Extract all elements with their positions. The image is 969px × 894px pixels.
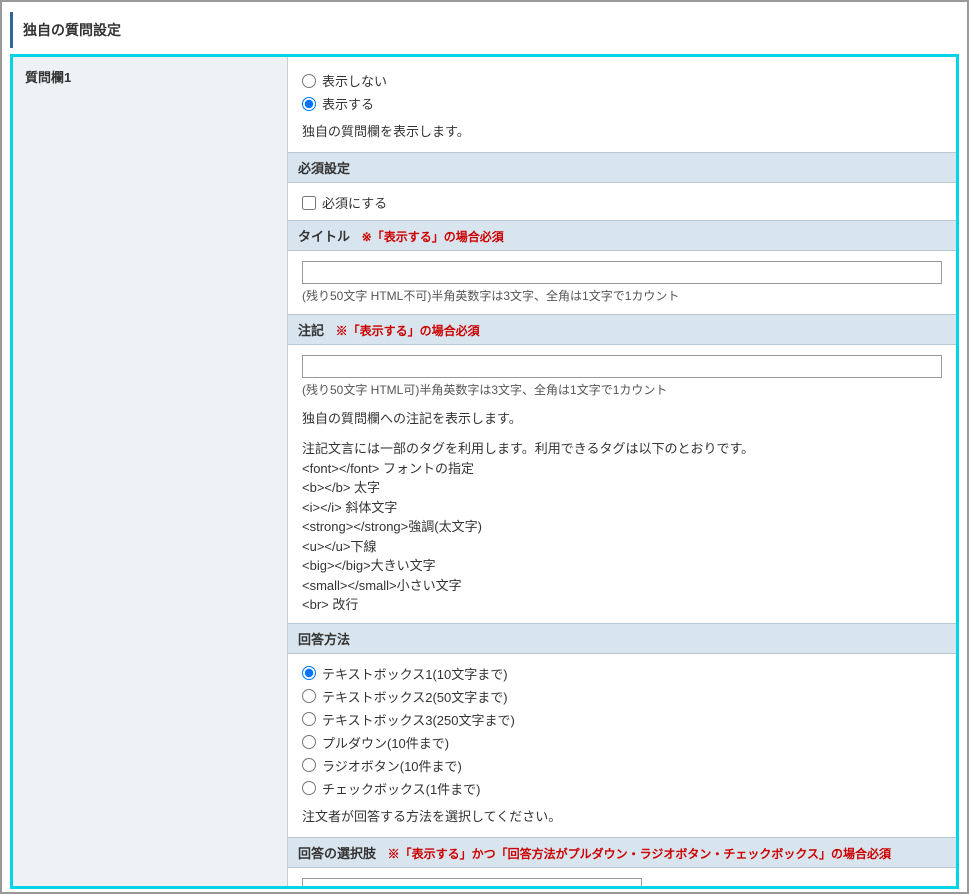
radio-textbox3[interactable] bbox=[302, 712, 316, 726]
radio-checkbox-label[interactable]: チェックボックス(1件まで) bbox=[322, 779, 481, 798]
visibility-desc: 独自の質問欄を表示します。 bbox=[302, 121, 942, 140]
tag-line: <big></big>大きい文字 bbox=[302, 556, 942, 576]
radio-radio[interactable] bbox=[302, 758, 316, 772]
annotation-input[interactable] bbox=[302, 355, 942, 378]
annotation-required-note: ※「表示する」の場合必須 bbox=[336, 324, 480, 338]
choice-input[interactable] bbox=[302, 878, 642, 887]
choices-required-note: ※「表示する」かつ「回答方法がプルダウン・ラジオボタン・チェックボックス」の場合… bbox=[388, 847, 891, 861]
radio-pulldown-label[interactable]: プルダウン(10件まで) bbox=[322, 733, 449, 752]
tag-line: <b></b> 太字 bbox=[302, 478, 942, 498]
title-required-note: ※「表示する」の場合必須 bbox=[362, 230, 504, 244]
checkbox-required[interactable] bbox=[302, 196, 316, 210]
answer-method-heading: 回答方法 bbox=[288, 623, 956, 654]
radio-show[interactable] bbox=[302, 97, 316, 111]
answer-method-desc: 注文者が回答する方法を選択してください。 bbox=[302, 806, 942, 825]
tags-intro: 注記文言には一部のタグを利用します。利用できるタグは以下のとおりです。 bbox=[302, 439, 942, 459]
tag-line: <small></small>小さい文字 bbox=[302, 576, 942, 596]
radio-hide-label[interactable]: 表示しない bbox=[322, 71, 387, 90]
left-column: 質問欄1 bbox=[13, 57, 288, 886]
tag-list: 注記文言には一部のタグを利用します。利用できるタグは以下のとおりです。 <fon… bbox=[302, 439, 942, 615]
radio-hide[interactable] bbox=[302, 74, 316, 88]
annotation-hint: (残り50文字 HTML可)半角英数字は3文字、全角は1文字で1カウント bbox=[302, 381, 942, 398]
title-hint: (残り50文字 HTML不可)半角英数字は3文字、全角は1文字で1カウント bbox=[302, 287, 942, 304]
highlighted-section: 質問欄1 表示しない 表示する 独自の質問欄を表示します。 必須設定 必須にする bbox=[10, 54, 959, 889]
tag-line: <u></u>下線 bbox=[302, 537, 942, 557]
choices-heading: 回答の選択肢 ※「表示する」かつ「回答方法がプルダウン・ラジオボタン・チェックボ… bbox=[288, 837, 956, 868]
radio-show-label[interactable]: 表示する bbox=[322, 94, 374, 113]
radio-textbox3-label[interactable]: テキストボックス3(250文字まで) bbox=[322, 710, 515, 729]
panel-title: 独自の質問設定 bbox=[10, 12, 959, 48]
annotation-desc: 独自の質問欄への注記を表示します。 bbox=[302, 408, 942, 427]
required-heading: 必須設定 bbox=[288, 152, 956, 183]
title-heading: タイトル ※「表示する」の場合必須 bbox=[288, 220, 956, 251]
title-input[interactable] bbox=[302, 261, 942, 284]
radio-textbox1[interactable] bbox=[302, 666, 316, 680]
annotation-heading: 注記 ※「表示する」の場合必須 bbox=[288, 314, 956, 345]
checkbox-required-label[interactable]: 必須にする bbox=[322, 193, 387, 212]
tag-line: <br> 改行 bbox=[302, 595, 942, 615]
tag-line: <font></font> フォントの指定 bbox=[302, 459, 942, 479]
radio-textbox2-label[interactable]: テキストボックス2(50文字まで) bbox=[322, 687, 508, 706]
radio-textbox1-label[interactable]: テキストボックス1(10文字まで) bbox=[322, 664, 508, 683]
radio-pulldown[interactable] bbox=[302, 735, 316, 749]
tag-line: <i></i> 斜体文字 bbox=[302, 498, 942, 518]
tag-line: <strong></strong>強調(太文字) bbox=[302, 517, 942, 537]
radio-textbox2[interactable] bbox=[302, 689, 316, 703]
radio-radio-label[interactable]: ラジオボタン(10件まで) bbox=[322, 756, 462, 775]
right-column: 表示しない 表示する 独自の質問欄を表示します。 必須設定 必須にする タイトル… bbox=[288, 57, 956, 886]
radio-checkbox[interactable] bbox=[302, 781, 316, 795]
question-label: 質問欄1 bbox=[25, 70, 71, 85]
